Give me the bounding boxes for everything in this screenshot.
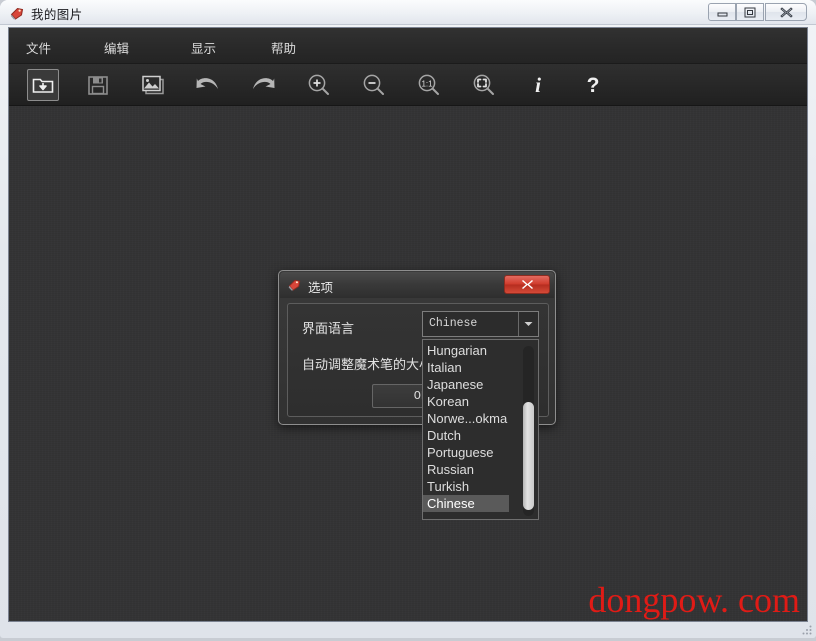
menu-edit[interactable]: 编辑 — [104, 38, 129, 57]
dialog-title: 选项 — [308, 277, 333, 296]
language-option-container: Hungarian Italian Japanese Korean Norwe.… — [423, 342, 523, 512]
list-item[interactable]: Norwe...okma — [423, 410, 523, 427]
toolbar-actual-size[interactable]: 1:1 — [413, 69, 445, 101]
watermark-text: dongpow. com — [588, 582, 800, 618]
tag-icon — [9, 5, 25, 21]
window-title: 我的图片 — [31, 4, 83, 23]
svg-text:1:1: 1:1 — [421, 80, 433, 89]
menu-help[interactable]: 帮助 — [271, 38, 296, 57]
help-question-icon: ? — [584, 73, 602, 97]
list-item[interactable]: Japanese — [423, 376, 523, 393]
images-icon — [141, 74, 165, 96]
zoom-in-icon — [306, 73, 332, 97]
dropdown-scrollbar-thumb[interactable] — [523, 402, 534, 510]
list-item[interactable]: Russian — [423, 461, 523, 478]
language-label: 界面语言 — [302, 318, 354, 337]
list-item[interactable]: Hungarian — [423, 342, 523, 359]
application-window: 我的图片 文件 编辑 显示 帮助 — [0, 0, 816, 638]
list-item[interactable]: Italian — [423, 359, 523, 376]
toolbar-fit-window[interactable] — [468, 69, 500, 101]
redo-arrow-icon — [250, 74, 276, 96]
toolbar-open[interactable] — [27, 69, 59, 101]
language-dropdown-list[interactable]: Hungarian Italian Japanese Korean Norwe.… — [422, 339, 539, 520]
menu-view[interactable]: 显示 — [191, 38, 216, 57]
maximize-button[interactable] — [736, 3, 764, 21]
chevron-down-icon[interactable] — [518, 312, 538, 336]
toolbar-images[interactable] — [137, 69, 169, 101]
minimize-button[interactable] — [708, 3, 736, 21]
list-item[interactable]: Portuguese — [423, 444, 523, 461]
language-combobox[interactable]: Chinese — [422, 311, 539, 337]
zoom-actual-size-icon: 1:1 — [416, 73, 442, 97]
svg-text:i: i — [535, 73, 541, 97]
list-item[interactable]: Dutch — [423, 427, 523, 444]
list-item-selected[interactable]: Chinese — [423, 495, 509, 512]
zoom-fit-icon — [471, 73, 497, 97]
list-item[interactable]: Korean — [423, 393, 523, 410]
svg-text:?: ? — [587, 74, 600, 97]
toolbar-zoom-in[interactable] — [303, 69, 335, 101]
toolbar-undo[interactable] — [192, 69, 224, 101]
tag-icon — [287, 277, 302, 292]
application-body: 文件 编辑 显示 帮助 — [8, 27, 808, 622]
dialog-close-button[interactable] — [504, 275, 550, 294]
menu-file[interactable]: 文件 — [26, 38, 51, 57]
toolbar-zoom-out[interactable] — [358, 69, 390, 101]
toolbar-help[interactable]: ? — [577, 69, 609, 101]
menu-bar: 文件 编辑 显示 帮助 — [9, 28, 807, 64]
undo-arrow-icon — [195, 74, 221, 96]
zoom-out-icon — [361, 73, 387, 97]
dropdown-scrollbar[interactable] — [523, 346, 534, 516]
info-icon: i — [530, 73, 546, 97]
toolbar: 1:1 i — [9, 64, 807, 106]
resize-grip[interactable] — [801, 623, 813, 635]
open-folder-icon — [32, 75, 54, 95]
magicpen-label: 自动调整魔术笔的大小 — [302, 354, 432, 373]
language-combobox-value: Chinese — [429, 317, 477, 330]
close-button[interactable] — [765, 3, 807, 21]
window-titlebar[interactable]: 我的图片 — [0, 0, 816, 25]
list-item[interactable]: Turkish — [423, 478, 523, 495]
toolbar-redo[interactable] — [247, 69, 279, 101]
toolbar-save[interactable] — [82, 69, 114, 101]
toolbar-info[interactable]: i — [522, 69, 554, 101]
save-floppy-icon — [87, 75, 109, 96]
dialog-titlebar[interactable]: 选项 — [280, 272, 554, 298]
